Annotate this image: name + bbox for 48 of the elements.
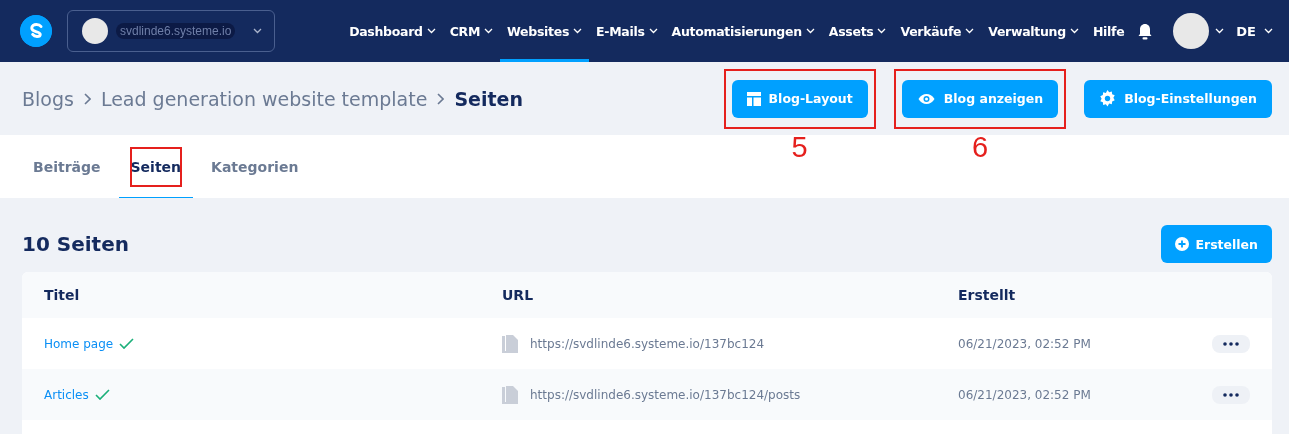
- language-selector[interactable]: DE: [1236, 23, 1273, 39]
- more-button[interactable]: [1212, 385, 1250, 404]
- page-title-link[interactable]: Home page: [44, 336, 114, 351]
- plus-icon: [1175, 237, 1190, 251]
- user-avatar[interactable]: [1173, 13, 1210, 49]
- nav-menu-item[interactable]: Dashboard: [342, 0, 443, 62]
- nav-menu-item[interactable]: CRM: [442, 0, 501, 62]
- annotation-number: 6: [971, 130, 988, 164]
- more-button[interactable]: [1212, 334, 1250, 353]
- tab[interactable]: Beiträge: [21, 136, 113, 198]
- nav-menu-item[interactable]: Hilfe: [1085, 0, 1132, 62]
- caret-icon: [1215, 28, 1225, 34]
- account-selector[interactable]: svdlinde6.systeme.io: [67, 10, 275, 52]
- annotation-number: 5: [791, 130, 808, 164]
- url-text: https://svdlinde6.systeme.io/137bc124/posts: [530, 387, 801, 402]
- chevron-icon: [83, 92, 91, 105]
- column-header: Titel: [44, 287, 81, 303]
- copy-icon: [502, 385, 518, 404]
- tab[interactable]: Seiten: [118, 136, 194, 198]
- column-header: Erstellt: [958, 287, 1017, 303]
- layout-icon: [746, 91, 761, 106]
- nav-menu-item[interactable]: Automatisierungen: [664, 0, 822, 62]
- page-title: Seiten: [454, 87, 523, 110]
- nav-menu-item[interactable]: Verkäufe: [893, 0, 982, 62]
- date-cell-text: 06/21/2023, 02:52 PM: [958, 387, 1092, 402]
- more-icon: [1223, 341, 1239, 346]
- caret-icon: [1264, 28, 1273, 34]
- gear-icon: [1099, 90, 1117, 107]
- eye-icon: [916, 91, 936, 106]
- copy-icon: [502, 334, 518, 353]
- tab[interactable]: Kategorien: [199, 136, 311, 198]
- breadcrumb-link[interactable]: Blogs: [22, 87, 74, 110]
- more-icon: [1223, 392, 1239, 397]
- url-text: https://svdlinde6.systeme.io/137bc124: [530, 336, 765, 351]
- avatar-icon: [82, 18, 108, 44]
- account-name: svdlinde6.systeme.io: [116, 23, 236, 39]
- breadcrumb-link[interactable]: Lead generation website template: [100, 87, 428, 110]
- logo-icon: [20, 15, 52, 47]
- column-header: URL: [502, 287, 535, 303]
- nav-menu-item[interactable]: E-Mails: [589, 0, 665, 62]
- nav-menu-item[interactable]: Assets: [821, 0, 894, 62]
- nav-menu-item[interactable]: Verwaltung: [981, 0, 1086, 62]
- nav-menu-item[interactable]: Websites: [500, 0, 590, 62]
- caret-icon: [253, 28, 262, 34]
- chevron-icon: [437, 92, 445, 105]
- date-cell-text: 06/21/2023, 02:52 PM: [958, 336, 1092, 351]
- bell-icon: [1137, 22, 1154, 40]
- section-title: 10 Seiten: [22, 232, 129, 256]
